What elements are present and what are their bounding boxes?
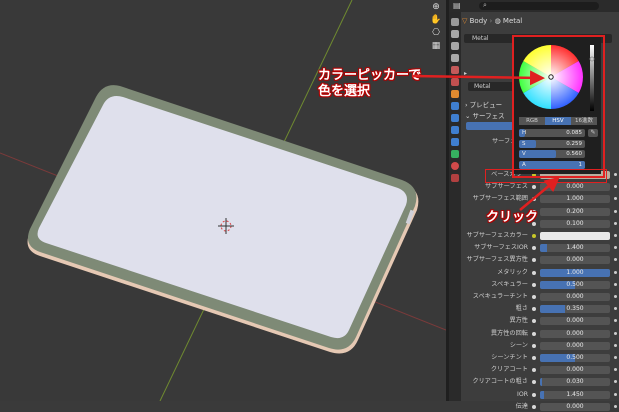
slider-value: 0.000: [566, 402, 584, 410]
click-arrow: [519, 176, 560, 211]
property-row: 伝達 0.000: [462, 402, 617, 412]
socket-icon[interactable]: [532, 404, 536, 409]
value-slider[interactable]: 0.000: [540, 402, 610, 411]
keyframe-dot-icon[interactable]: [614, 404, 617, 408]
property-label: 伝達: [515, 402, 528, 410]
picker-arrow: [411, 70, 545, 86]
annotation-arrows: [411, 70, 560, 211]
